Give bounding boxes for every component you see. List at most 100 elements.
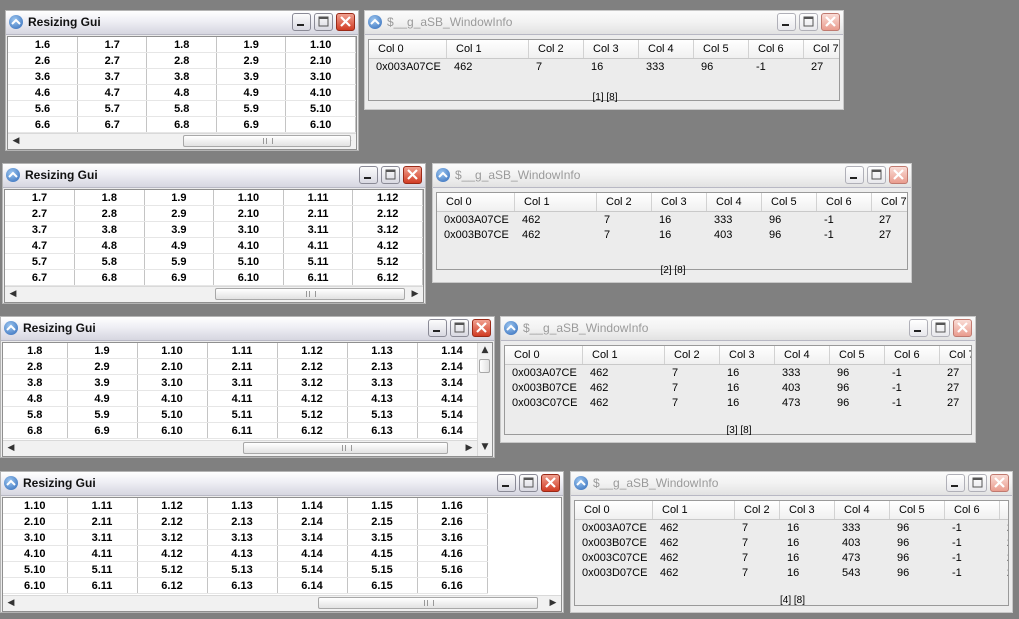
grid-cell[interactable]: 4.14 bbox=[277, 545, 348, 562]
grid-cell[interactable]: 2.10 bbox=[3, 513, 68, 530]
grid-cell[interactable]: 1.11 bbox=[67, 498, 138, 514]
grid-area[interactable]: 1.8 1.9 1.10 1.11 1.12 1.13 1.14 2.8 2.9 2.10 2.11… bbox=[2, 342, 493, 457]
grid-cell[interactable]: 3.10 bbox=[137, 374, 208, 391]
arrow-left-icon[interactable]: ◀ bbox=[3, 596, 19, 611]
list-row[interactable]: 0x003B07CE 462 7 16 403 96 -1 27 bbox=[575, 536, 1008, 551]
grid-cell[interactable]: 6.15 bbox=[347, 577, 418, 594]
grid-cell[interactable]: 1.6 bbox=[8, 37, 78, 53]
grid-cell[interactable]: 6.13 bbox=[207, 577, 278, 594]
arrow-left-icon[interactable]: ◀ bbox=[8, 134, 24, 149]
grid-cell[interactable]: 3.11 bbox=[283, 221, 354, 238]
title-bar[interactable]: $__g_aSB_WindowInfo bbox=[571, 472, 1012, 496]
scroll-thumb[interactable] bbox=[183, 135, 351, 147]
grid-cell[interactable]: 2.10 bbox=[213, 205, 284, 222]
grid-cell[interactable]: 6.9 bbox=[216, 116, 287, 133]
grid-cell[interactable]: 4.11 bbox=[283, 237, 354, 254]
list-row[interactable]: 0x003B07CE 462 7 16 403 96 -1 27 bbox=[437, 228, 907, 243]
grid-cell[interactable]: 4.9 bbox=[67, 390, 138, 407]
grid-cell[interactable]: 1.13 bbox=[207, 498, 278, 514]
horizontal-scrollbar[interactable]: ◀▶ bbox=[5, 286, 423, 302]
grid-cell[interactable]: 4.8 bbox=[3, 390, 68, 407]
column-header[interactable]: Col 2 bbox=[597, 193, 652, 211]
grid-cell[interactable]: 4.9 bbox=[216, 84, 287, 101]
grid-cell[interactable]: 2.8 bbox=[74, 205, 145, 222]
grid-cell[interactable]: 2.16 bbox=[417, 513, 488, 530]
column-header[interactable]: Col 3 bbox=[584, 40, 639, 58]
grid-cell[interactable]: 2.7 bbox=[5, 205, 76, 222]
grid-cell[interactable]: 6.6 bbox=[8, 116, 78, 133]
close-button[interactable] bbox=[953, 319, 972, 337]
title-bar[interactable]: $__g_aSB_WindowInfo bbox=[501, 317, 975, 341]
close-button[interactable] bbox=[541, 474, 560, 492]
grid-cell[interactable]: 3.10 bbox=[3, 529, 68, 546]
grid-cell[interactable]: 1.13 bbox=[347, 343, 418, 359]
grid-cell[interactable]: 4.8 bbox=[146, 84, 217, 101]
grid-cell[interactable]: 2.9 bbox=[216, 52, 287, 69]
title-bar[interactable]: $__g_aSB_WindowInfo bbox=[433, 164, 911, 188]
grid-cell[interactable]: 5.10 bbox=[285, 100, 356, 117]
grid-cell[interactable]: 2.10 bbox=[137, 358, 208, 375]
grid-cell[interactable]: 1.9 bbox=[144, 190, 215, 206]
grid-cell[interactable]: 1.10 bbox=[213, 190, 284, 206]
grid-cell[interactable]: 6.11 bbox=[283, 269, 354, 286]
title-bar[interactable]: $__g_aSB_WindowInfo bbox=[365, 11, 843, 35]
grid-cell[interactable]: 4.15 bbox=[347, 545, 418, 562]
grid-cell[interactable]: 5.11 bbox=[67, 561, 138, 578]
grid-cell[interactable]: 2.8 bbox=[146, 52, 217, 69]
grid-cell[interactable]: 6.13 bbox=[347, 422, 418, 439]
horizontal-scrollbar[interactable]: ◀▶ bbox=[3, 595, 561, 611]
minimize-button[interactable] bbox=[292, 13, 311, 31]
grid-cell[interactable]: 6.14 bbox=[277, 577, 348, 594]
column-header[interactable]: Col 3 bbox=[720, 346, 775, 364]
grid-cell[interactable]: 4.11 bbox=[67, 545, 138, 562]
grid-cell[interactable]: 6.12 bbox=[277, 422, 348, 439]
grid-cell[interactable]: 1.8 bbox=[3, 343, 68, 359]
grid-cell[interactable]: 3.10 bbox=[285, 68, 356, 85]
close-button[interactable] bbox=[336, 13, 355, 31]
grid-cell[interactable]: 3.7 bbox=[5, 221, 76, 238]
minimize-button[interactable] bbox=[909, 319, 928, 337]
grid-cell[interactable]: 5.10 bbox=[213, 253, 284, 270]
grid-cell[interactable]: 4.13 bbox=[347, 390, 418, 407]
grid-cell[interactable]: 6.10 bbox=[285, 116, 356, 133]
grid-cell[interactable]: 1.7 bbox=[77, 37, 148, 53]
column-header[interactable]: Col 6 bbox=[945, 501, 1000, 519]
grid-cell[interactable]: 5.10 bbox=[3, 561, 68, 578]
grid-cell[interactable]: 3.6 bbox=[8, 68, 78, 85]
column-header[interactable]: Col 3 bbox=[652, 193, 707, 211]
grid-cell[interactable]: 3.13 bbox=[207, 529, 278, 546]
grid-cell[interactable]: 2.11 bbox=[207, 358, 278, 375]
scroll-thumb[interactable] bbox=[479, 359, 490, 373]
grid-cell[interactable]: 3.12 bbox=[137, 529, 208, 546]
column-header[interactable]: Col 0 bbox=[369, 40, 447, 58]
column-header[interactable]: Col 5 bbox=[694, 40, 749, 58]
grid-cell[interactable]: 4.12 bbox=[277, 390, 348, 407]
column-header[interactable]: Col 6 bbox=[817, 193, 872, 211]
grid-cell[interactable]: 5.7 bbox=[5, 253, 76, 270]
grid-cell[interactable]: 5.9 bbox=[144, 253, 215, 270]
grid-cell[interactable]: 3.9 bbox=[67, 374, 138, 391]
grid-cell[interactable]: 6.7 bbox=[77, 116, 148, 133]
grid-cell[interactable]: 6.8 bbox=[74, 269, 145, 286]
horizontal-scrollbar[interactable]: ◀▶ bbox=[3, 440, 477, 456]
grid-cell[interactable]: 1.9 bbox=[67, 343, 138, 359]
scroll-thumb[interactable] bbox=[215, 288, 405, 300]
horizontal-scrollbar[interactable]: ◀▶ bbox=[8, 133, 356, 149]
minimize-button[interactable] bbox=[946, 474, 965, 492]
column-header[interactable]: Col 6 bbox=[885, 346, 940, 364]
grid-cell[interactable]: 4.6 bbox=[8, 84, 78, 101]
grid-cell[interactable]: 6.9 bbox=[144, 269, 215, 286]
list-row[interactable]: 0x003D07CE 462 7 16 543 96 -1 27 bbox=[575, 566, 1008, 581]
grid-cell[interactable]: 4.9 bbox=[144, 237, 215, 254]
grid-cell[interactable]: 3.10 bbox=[213, 221, 284, 238]
minimize-button[interactable] bbox=[845, 166, 864, 184]
grid-cell[interactable]: 4.10 bbox=[3, 545, 68, 562]
grid-cell[interactable]: 3.11 bbox=[207, 374, 278, 391]
grid-cell[interactable]: 2.6 bbox=[8, 52, 78, 69]
grid-cell[interactable]: 1.12 bbox=[352, 190, 423, 206]
column-header[interactable]: Col 1 bbox=[515, 193, 597, 211]
grid-cell[interactable]: 5.12 bbox=[352, 253, 423, 270]
column-header[interactable]: Col 7 bbox=[940, 346, 971, 364]
grid-cell[interactable]: 3.11 bbox=[67, 529, 138, 546]
grid-cell[interactable]: 6.12 bbox=[137, 577, 208, 594]
